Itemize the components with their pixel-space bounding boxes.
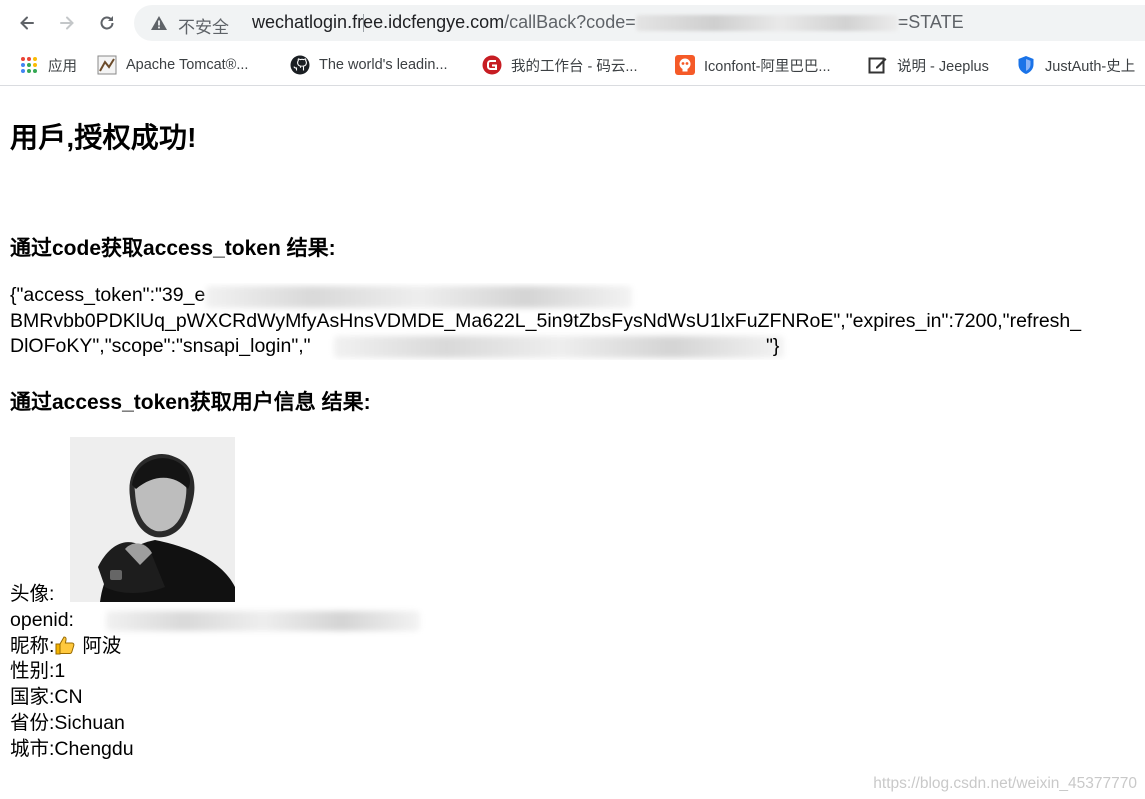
bookmark-label: 说明 - Jeeplus — [897, 58, 989, 75]
csdn-watermark: https://blog.csdn.net/weixin_45377770 — [873, 775, 1137, 792]
token-result-heading: 通过code获取access_token 结果: — [10, 237, 336, 260]
bookmark-label: 应用 — [48, 58, 77, 75]
github-icon — [290, 55, 310, 75]
country-label: 国家: — [10, 686, 55, 709]
avatar-label: 头像: — [10, 583, 55, 605]
security-status[interactable]: 不安全 — [178, 13, 229, 38]
reload-button[interactable] — [92, 8, 122, 38]
gender-label: 性别: — [10, 660, 55, 683]
page-title: 用戶,授权成功! — [10, 122, 197, 153]
userinfo-result-heading: 通过access_token获取用户信息 结果: — [10, 391, 371, 414]
country-value: CN — [54, 686, 83, 709]
browser-toolbar: 不安全 wechatlogin.free.idcfengye.com/callB… — [0, 0, 1145, 46]
warning-triangle-icon[interactable] — [150, 14, 168, 32]
gitee-icon — [482, 55, 502, 75]
token-line: DlOFoKY","scope":"snsapi_login"," "} — [10, 334, 1145, 360]
redacted-unionid — [334, 336, 784, 358]
user-info-list: 头像: openid: 昵称: 阿波 性别:1 国家:CN 省份:Sichuan… — [10, 582, 420, 763]
province-label: 省份: — [10, 711, 55, 734]
bookmark-label: Iconfont-阿里巴巴... — [704, 58, 831, 75]
avatar-row: 头像: — [10, 582, 134, 608]
address-bar[interactable]: 不安全 wechatlogin.free.idcfengye.com/callB… — [134, 5, 1145, 41]
bookmark-justauth[interactable]: JustAuth-史上 — [1016, 54, 1135, 76]
city-label: 城市: — [10, 737, 55, 760]
reload-icon — [100, 16, 114, 30]
shield-icon — [1018, 56, 1034, 74]
province-value: Sichuan — [54, 711, 125, 734]
token-line-end: "} — [766, 335, 780, 357]
bookmarks-bar: 应用 Apache Tomcat®... The world's leadin.… — [0, 46, 1145, 86]
tomcat-icon — [97, 55, 117, 75]
apps-grid-icon — [21, 57, 37, 73]
thumbs-up-icon — [55, 636, 75, 655]
url-redacted — [635, 15, 898, 32]
bookmark-tomcat[interactable]: Apache Tomcat®... — [97, 54, 248, 76]
bookmark-iconfont[interactable]: Iconfont-阿里巴巴... — [675, 54, 831, 76]
nickname-row: 昵称: 阿波 — [10, 634, 134, 660]
province-row: 省份:Sichuan — [10, 711, 134, 737]
gender-row: 性别:1 — [10, 659, 134, 685]
url-tail: =STATE — [897, 12, 964, 32]
token-line: {"access_token":"39_e — [10, 283, 1145, 309]
gender-value: 1 — [54, 660, 66, 683]
token-line: BMRvbb0PDKlUq_pWXCRdWyMfyAsHnsVDMDE_Ma62… — [10, 309, 1082, 332]
avatar-portrait — [70, 437, 235, 602]
bookmark-label: 我的工作台 - 码云... — [511, 58, 638, 75]
bookmark-label: The world's leadin... — [319, 57, 448, 73]
redacted-openid — [106, 610, 420, 631]
edit-note-icon — [868, 57, 887, 74]
url-path: /callBack?code= — [504, 12, 636, 32]
bookmark-label: Apache Tomcat®... — [126, 57, 249, 73]
url-host: wechatlogin.free.idcfengye.com — [252, 12, 505, 32]
token-response: {"access_token":"39_e BMRvbb0PDKlUq_pWXC… — [10, 283, 1145, 360]
iconfont-icon — [675, 55, 695, 75]
bookmark-jeeplus[interactable]: 说明 - Jeeplus — [868, 54, 989, 76]
openid-row: openid: — [10, 608, 420, 634]
token-line-text: DlOFoKY","scope":"snsapi_login"," — [10, 335, 311, 357]
openid-label: openid: — [10, 608, 74, 631]
bookmark-apps[interactable]: 应用 — [19, 54, 77, 76]
token-line-text: {"access_token":"39_e — [10, 284, 206, 306]
bookmark-gitee[interactable]: 我的工作台 - 码云... — [482, 54, 637, 76]
redacted-token — [206, 286, 632, 308]
bookmark-github[interactable]: The world's leadin... — [290, 54, 448, 76]
back-button[interactable] — [12, 8, 42, 38]
forward-button[interactable] — [52, 8, 82, 38]
country-row: 国家:CN — [10, 685, 134, 711]
url-text[interactable]: wechatlogin.free.idcfengye.com/callBack?… — [252, 12, 964, 33]
nickname-label: 昵称: — [10, 634, 55, 657]
bookmark-label: JustAuth-史上 — [1045, 58, 1136, 75]
arrow-left-icon — [20, 16, 34, 30]
city-value: Chengdu — [54, 737, 134, 760]
user-avatar — [70, 437, 235, 602]
arrow-right-icon — [60, 16, 74, 30]
city-row: 城市:Chengdu — [10, 737, 134, 763]
nickname-value: 阿波 — [82, 634, 122, 657]
